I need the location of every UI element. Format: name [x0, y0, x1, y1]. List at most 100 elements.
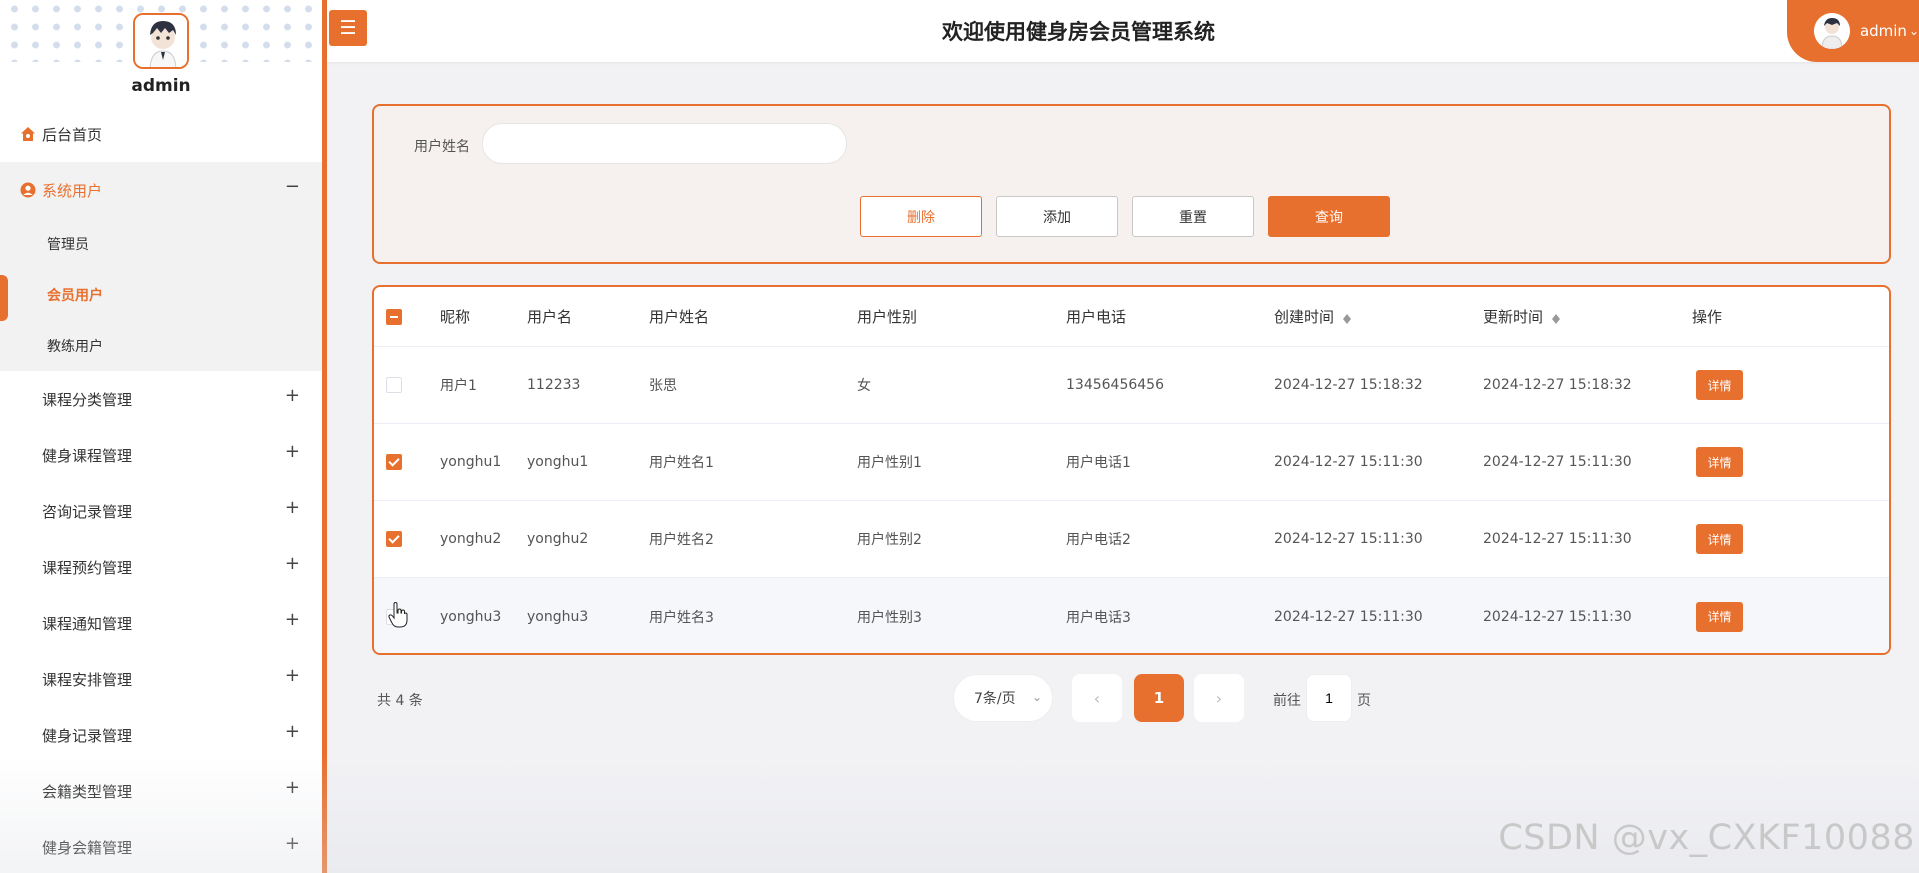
sidebar-item-course-notice[interactable]: 课程通知管理 +	[0, 595, 322, 651]
sort-icon[interactable]	[1551, 310, 1561, 324]
column-header-label: 创建时间	[1274, 308, 1335, 326]
detail-button[interactable]: 详情	[1696, 601, 1743, 632]
page-size-select[interactable]: 7条/页 ⌄	[953, 674, 1053, 722]
sidebar: admin 后台首页 系统用户 − 管理员 会员用户 教练用户 课程分类管理 +…	[0, 0, 327, 873]
row-checkbox[interactable]	[386, 454, 402, 470]
collapse-icon[interactable]: −	[285, 176, 300, 197]
cell-created: 2024-12-27 15:11:30	[1274, 608, 1423, 625]
cell-realname: 用户姓名2	[649, 532, 714, 548]
user-menu[interactable]: admin ⌄	[1787, 0, 1919, 62]
cell-phone: 用户电话2	[1066, 532, 1131, 548]
sidebar-item-coach-users[interactable]: 教练用户	[0, 320, 322, 371]
add-button[interactable]: 添加	[996, 196, 1118, 237]
sidebar-item-label: 咨询记录管理	[42, 502, 133, 521]
expand-icon[interactable]: +	[285, 385, 300, 406]
cell-username: yonghu1	[527, 454, 589, 470]
sidebar-item-label: 课程分类管理	[42, 390, 133, 409]
sidebar-item-system-users[interactable]: 系统用户 −	[0, 162, 322, 218]
column-header-label: 更新时间	[1483, 308, 1544, 326]
sidebar-item-label: 课程安排管理	[42, 670, 133, 689]
sidebar-item-course-schedule[interactable]: 课程安排管理 +	[0, 651, 322, 707]
sidebar-item-fitness-course[interactable]: 健身课程管理 +	[0, 427, 322, 483]
goto-page-input[interactable]	[1306, 674, 1352, 722]
sidebar-item-course-category[interactable]: 课程分类管理 +	[0, 371, 322, 427]
expand-icon[interactable]: +	[285, 777, 300, 798]
cell-gender: 用户性别1	[857, 455, 922, 471]
cell-gender: 用户性别3	[857, 609, 922, 626]
expand-icon[interactable]: +	[285, 833, 300, 854]
expand-icon[interactable]: +	[285, 721, 300, 742]
expand-icon[interactable]: +	[285, 553, 300, 574]
table-row: 用户1 112233 张思 女 13456456456 2024-12-27 1…	[374, 347, 1889, 424]
sidebar-nav: 后台首页 系统用户 − 管理员 会员用户 教练用户 课程分类管理 + 健身课程管…	[0, 106, 322, 873]
row-checkbox[interactable]	[386, 531, 402, 547]
avatar[interactable]	[133, 13, 189, 69]
chevron-down-icon: ⌄	[1908, 24, 1919, 38]
grid-icon	[20, 447, 36, 463]
cell-updated: 2024-12-27 15:18:32	[1483, 377, 1632, 393]
expand-icon[interactable]: +	[285, 441, 300, 462]
cell-username: yonghu2	[527, 531, 589, 547]
select-all-checkbox[interactable]	[386, 308, 402, 325]
query-button[interactable]: 查询	[1268, 196, 1390, 237]
grid-icon	[20, 391, 36, 407]
cell-username: yonghu3	[527, 608, 589, 625]
cell-nickname: 用户1	[440, 378, 477, 394]
detail-button[interactable]: 详情	[1696, 447, 1743, 477]
grid-icon	[20, 503, 36, 519]
sidebar-item-label: 健身记录管理	[42, 726, 133, 745]
column-header: 用户姓名	[649, 308, 710, 326]
cell-nickname: yonghu1	[440, 454, 502, 470]
sidebar-item-course-booking[interactable]: 课程预约管理 +	[0, 539, 322, 595]
chevron-down-icon: ⌄	[1031, 690, 1042, 704]
sidebar-item-consult-record[interactable]: 咨询记录管理 +	[0, 483, 322, 539]
sidebar-item-label: 系统用户	[42, 181, 103, 200]
grid-icon	[20, 727, 36, 743]
search-input[interactable]	[482, 123, 847, 164]
sidebar-item-member-users[interactable]: 会员用户	[0, 269, 322, 321]
user-avatar	[1814, 13, 1850, 49]
table-row: yonghu1 yonghu1 用户姓名1 用户性别1 用户电话1 2024-1…	[374, 424, 1889, 501]
user-circle-icon	[20, 182, 36, 198]
cell-created: 2024-12-27 15:18:32	[1274, 377, 1423, 393]
expand-icon[interactable]: +	[285, 665, 300, 686]
column-header: 用户名	[527, 308, 573, 326]
expand-icon[interactable]: +	[285, 609, 300, 630]
sidebar-item-membership-type[interactable]: 会籍类型管理 +	[0, 763, 322, 819]
cell-nickname: yonghu2	[440, 531, 502, 547]
cell-phone: 用户电话3	[1066, 609, 1131, 626]
goto-label: 前往	[1273, 693, 1301, 709]
page-size-value: 7条/页	[974, 691, 1016, 707]
sidebar-item-label: 后台首页	[42, 125, 103, 144]
column-header-sortable[interactable]: 创建时间	[1274, 287, 1352, 346]
sidebar-item-fitness-membership[interactable]: 健身会籍管理 +	[0, 819, 322, 873]
goto-unit: 页	[1357, 693, 1371, 709]
sidebar-item-label: 健身课程管理	[42, 446, 133, 465]
detail-button[interactable]: 详情	[1696, 524, 1743, 554]
cell-updated: 2024-12-27 15:11:30	[1483, 531, 1632, 547]
page-number-current[interactable]: 1	[1134, 674, 1184, 722]
grid-icon	[20, 783, 36, 799]
page-title: 欢迎使用健身房会员管理系统	[942, 20, 1215, 44]
prev-page-button[interactable]: ‹	[1072, 674, 1122, 722]
delete-button[interactable]: 删除	[860, 196, 982, 237]
next-page-button[interactable]: ›	[1194, 674, 1244, 722]
hand-cursor-icon	[388, 602, 408, 628]
expand-icon[interactable]: +	[285, 497, 300, 518]
row-checkbox[interactable]	[386, 377, 402, 393]
table-row: yonghu2 yonghu2 用户姓名2 用户性别2 用户电话2 2024-1…	[374, 501, 1889, 578]
detail-button[interactable]: 详情	[1696, 370, 1743, 400]
reset-button[interactable]: 重置	[1132, 196, 1254, 237]
cell-updated: 2024-12-27 15:11:30	[1483, 608, 1632, 625]
cell-realname: 用户姓名1	[649, 455, 714, 471]
search-label: 用户姓名	[414, 139, 470, 155]
sidebar-item-admins[interactable]: 管理员	[0, 218, 322, 269]
sort-icon[interactable]	[1342, 310, 1352, 324]
sidebar-item-label: 健身会籍管理	[42, 838, 133, 857]
column-header-sortable[interactable]: 更新时间	[1483, 287, 1561, 346]
sidebar-item-home[interactable]: 后台首页	[0, 106, 322, 162]
grid-icon	[20, 671, 36, 687]
column-header: 操作	[1692, 308, 1723, 326]
cell-gender: 用户性别2	[857, 532, 922, 548]
sidebar-item-fitness-record[interactable]: 健身记录管理 +	[0, 707, 322, 763]
